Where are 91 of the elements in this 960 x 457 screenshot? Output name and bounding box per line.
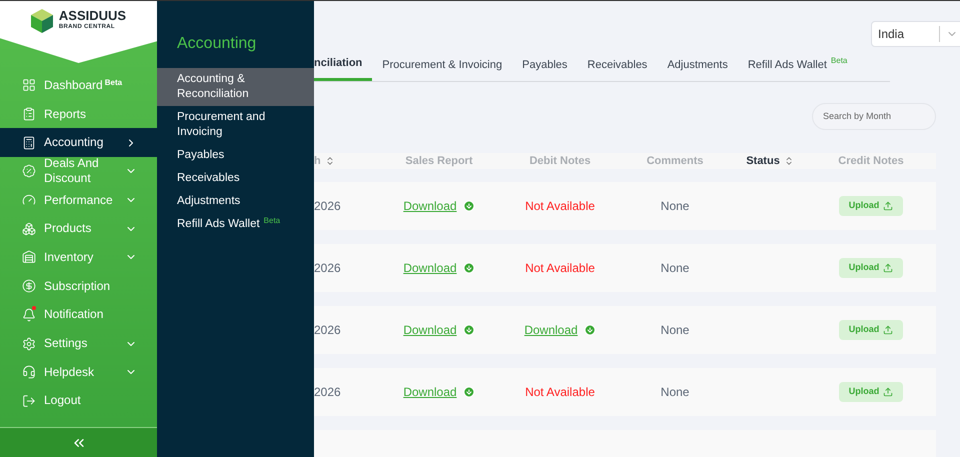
month-text: 2026 <box>314 384 341 401</box>
unavailable-text: Not Available <box>525 384 595 401</box>
sidebar-item[interactable]: Logout <box>0 386 157 416</box>
column-header[interactable]: h <box>314 152 321 169</box>
download-icon <box>462 200 475 212</box>
sort-icon[interactable] <box>324 156 335 166</box>
flyout-item[interactable]: Receivables <box>157 167 314 190</box>
sidebar-item[interactable]: Helpdesk <box>0 358 157 387</box>
headset-icon <box>22 365 36 380</box>
flyout-item[interactable]: Refill Ads Wallet $^{Beta}$ <box>157 213 314 236</box>
download-link[interactable]: Download <box>524 321 596 339</box>
country-select[interactable]: India <box>871 21 960 47</box>
upload-button[interactable]: Upload <box>838 382 904 402</box>
dashboard-icon <box>22 78 36 92</box>
sidebar-label: Logout <box>44 393 82 408</box>
comment-text: None <box>660 322 690 339</box>
month-text: 2026 <box>314 260 341 277</box>
flyout-title: Accounting <box>176 34 258 54</box>
tab[interactable]: Payables <box>512 55 578 80</box>
upload-button[interactable]: Upload <box>838 258 904 278</box>
logo-name: ASSIDUUS <box>58 9 126 22</box>
sidebar-item[interactable]: Deals And Discount <box>0 157 157 186</box>
flyout-item[interactable]: Procurement and Invoicing <box>157 106 314 144</box>
sidebar-item[interactable]: Dashboard $^{Beta}$ <box>0 71 157 100</box>
sidebar-label: Subscription <box>44 278 112 294</box>
sidebar-label: Dashboard $^{Beta}$ <box>44 78 124 93</box>
search-field[interactable]: Search by Month <box>812 102 936 130</box>
calculator-icon <box>22 136 36 150</box>
upload-icon <box>883 325 894 335</box>
sidebar-item[interactable]: Notification <box>0 300 157 330</box>
settings-icon <box>22 336 36 351</box>
cube-logo-icon <box>30 9 53 33</box>
download-icon <box>462 324 475 336</box>
download-icon <box>462 262 475 274</box>
sidebar-label: Deals And Discount <box>44 156 100 186</box>
sidebar-item[interactable]: Inventory <box>0 243 157 272</box>
tab[interactable]: Receivables <box>577 55 658 80</box>
bell-icon <box>22 308 36 322</box>
clipboard-icon <box>22 107 36 122</box>
sort-icon[interactable] <box>784 156 794 166</box>
flyout-item[interactable]: Accounting & Reconciliation <box>157 68 314 106</box>
month-text: 2026 <box>314 322 341 339</box>
sidebar-label: Helpdesk <box>44 364 96 380</box>
download-link[interactable]: Download <box>403 321 475 339</box>
collapse-bar[interactable] <box>0 427 157 457</box>
column-header: Sales Report <box>405 154 473 168</box>
logout-icon <box>22 394 36 408</box>
upload-icon <box>883 263 894 273</box>
download-link[interactable]: Download <box>403 259 475 277</box>
unavailable-text: Not Available <box>525 198 595 215</box>
gauge-icon <box>22 193 36 208</box>
upload-button[interactable]: Upload <box>838 196 904 216</box>
sidebar-label: Settings <box>44 336 88 352</box>
tab[interactable]: nciliation <box>314 55 372 80</box>
sidebar-label: Inventory <box>44 250 94 265</box>
download-icon <box>462 386 475 398</box>
comment-text: None <box>660 260 690 277</box>
month-text: 2026 <box>314 198 341 215</box>
column-header: Credit Notes <box>838 154 904 168</box>
sidebar-item[interactable]: Products <box>0 214 157 244</box>
upload-icon <box>883 387 894 397</box>
dollar-icon <box>22 279 36 294</box>
column-header: Comments <box>646 154 704 168</box>
boxes-icon <box>22 222 36 236</box>
tab[interactable]: Adjustments <box>657 55 738 80</box>
sidebar-item[interactable]: Settings <box>0 329 157 358</box>
sidebar-item[interactable]: Accounting <box>0 128 157 158</box>
upload-icon <box>883 201 894 211</box>
sidebar-label: Notification <box>44 307 104 322</box>
column-header: Debit Notes <box>529 154 591 168</box>
comment-text: None <box>660 384 690 401</box>
sidebar-label: Reports <box>44 106 88 122</box>
comment-text: None <box>660 198 690 215</box>
sidebar-item[interactable]: Performance <box>0 186 157 214</box>
download-icon <box>584 324 596 336</box>
tab[interactable]: Procurement & Invoicing <box>372 55 512 80</box>
download-link[interactable]: Download <box>403 383 475 401</box>
flyout-item[interactable]: Payables <box>157 144 314 167</box>
tab[interactable]: Refill Ads Wallet $^{Beta}$ <box>738 55 858 80</box>
sidebar-label: Products <box>44 221 92 236</box>
percent-badge-icon <box>22 164 36 178</box>
sidebar-item[interactable]: Subscription <box>0 272 157 300</box>
download-link[interactable]: Download <box>403 197 475 215</box>
flyout-item[interactable]: Adjustments <box>157 190 314 213</box>
warehouse-icon <box>22 250 36 264</box>
sidebar-label: Accounting <box>44 135 104 150</box>
sidebar-item[interactable]: Reports <box>0 100 157 128</box>
column-header[interactable]: Status <box>746 152 780 169</box>
unavailable-text: Not Available <box>525 260 595 277</box>
sidebar-label: Performance <box>44 192 114 208</box>
upload-button[interactable]: Upload <box>838 320 904 340</box>
